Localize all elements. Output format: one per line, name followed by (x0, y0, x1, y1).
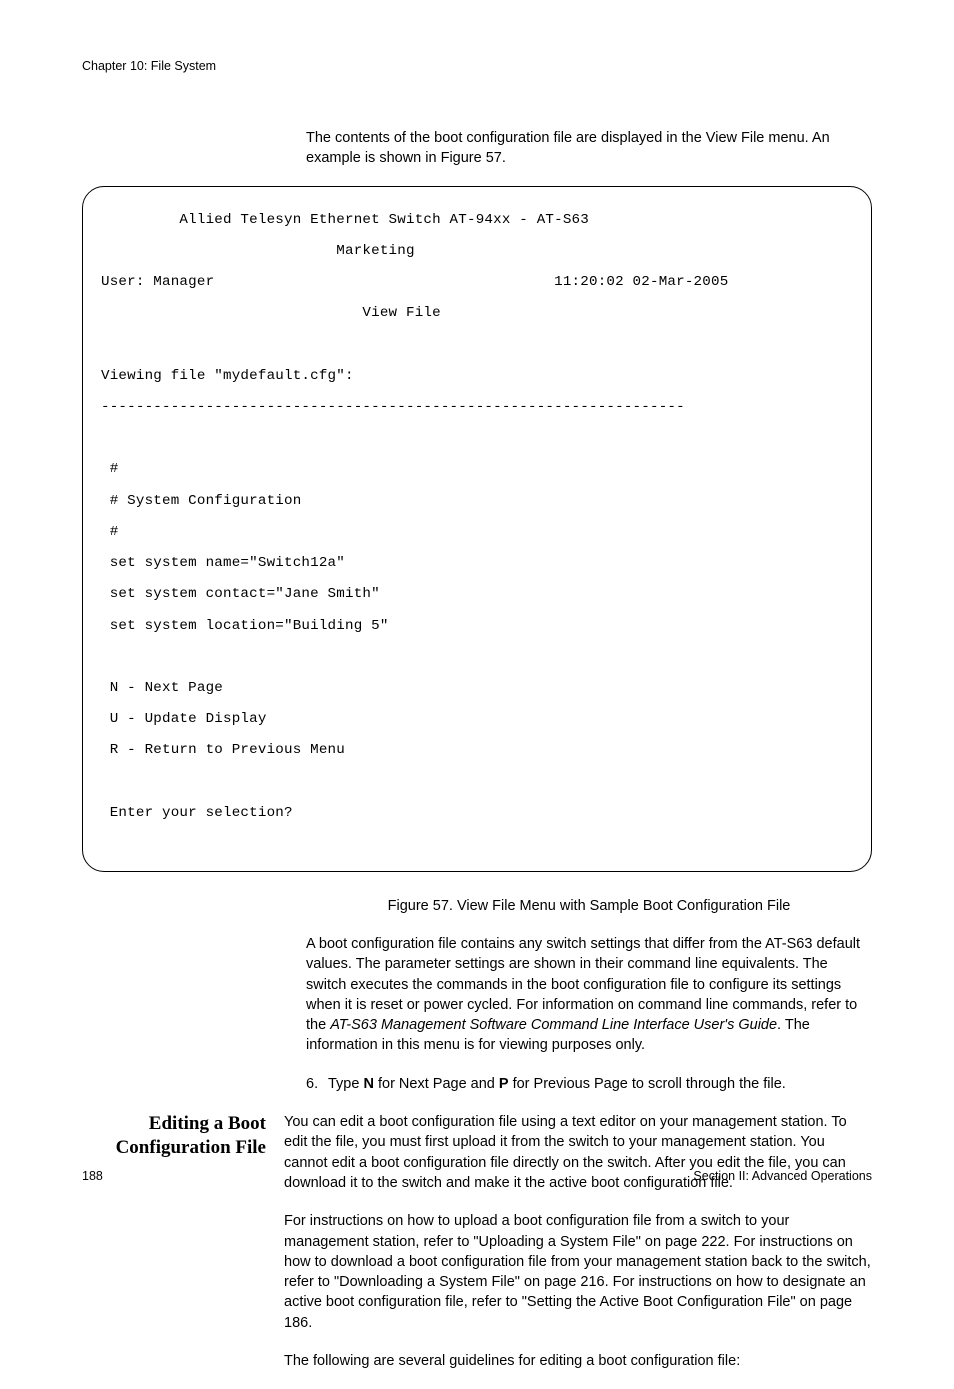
figure-caption: Figure 57. View File Menu with Sample Bo… (306, 896, 872, 916)
terminal-user: User: Manager (101, 274, 214, 290)
terminal-cfg-line: set system location="Building 5" (101, 619, 853, 635)
terminal-prompt: Enter your selection? (101, 806, 853, 822)
post-figure-paragraph: A boot configuration file contains any s… (306, 934, 872, 1056)
guide-title: AT-S63 Management Software Command Line … (330, 1017, 777, 1033)
terminal-menu-line: U - Update Display (101, 712, 853, 728)
key-n: N (363, 1076, 373, 1092)
terminal-blank (101, 775, 853, 791)
terminal-blank (101, 338, 853, 354)
terminal-datetime: 11:20:02 02-Mar-2005 (554, 274, 728, 290)
terminal-subtitle: Marketing (101, 244, 853, 260)
terminal-viewing: Viewing file "mydefault.cfg": (101, 369, 853, 385)
terminal-screen-name: View File (101, 306, 853, 322)
editing-section: Editing a Boot Configuration File You ca… (82, 1112, 872, 1389)
side-heading-text: Editing a Boot Configuration File (116, 1113, 266, 1158)
terminal-cfg-line: set system name="Switch12a" (101, 556, 853, 572)
terminal-user-line: User: Manager 11:20:02 02-Mar-2005 (101, 275, 853, 291)
terminal-cfg-line: # (101, 462, 853, 478)
step-text-part: for Next Page and (374, 1076, 499, 1092)
intro-paragraph: The contents of the boot configuration f… (306, 128, 872, 169)
terminal-blank (101, 431, 853, 447)
page-header: Chapter 10: File System (82, 58, 872, 76)
terminal-cfg-line: # System Configuration (101, 494, 853, 510)
terminal-cfg-line: # (101, 525, 853, 541)
edit-para-3: The following are several guidelines for… (284, 1351, 872, 1371)
step-text-part: Type (328, 1076, 363, 1092)
section-label: Section II: Advanced Operations (693, 1168, 872, 1186)
step-6: 6. Type N for Next Page and P for Previo… (306, 1074, 872, 1094)
key-p: P (499, 1076, 509, 1092)
terminal-menu-line: R - Return to Previous Menu (101, 743, 853, 759)
step-number: 6. (306, 1074, 328, 1094)
terminal-cfg-line: set system contact="Jane Smith" (101, 587, 853, 603)
editing-body: You can edit a boot configuration file u… (284, 1112, 872, 1389)
terminal-title: Allied Telesyn Ethernet Switch AT-94xx -… (101, 213, 853, 229)
page: Chapter 10: File System The contents of … (0, 0, 954, 1235)
post-figure-block: A boot configuration file contains any s… (306, 934, 872, 1094)
page-footer: 188 Section II: Advanced Operations (82, 1168, 872, 1186)
terminal-menu-line: N - Next Page (101, 681, 853, 697)
terminal-blank (101, 650, 853, 666)
terminal-screenshot: Allied Telesyn Ethernet Switch AT-94xx -… (82, 186, 872, 872)
step-text-part: for Previous Page to scroll through the … (509, 1076, 786, 1092)
side-heading: Editing a Boot Configuration File (82, 1112, 284, 1160)
terminal-hr: ----------------------------------------… (101, 400, 853, 416)
page-number: 188 (82, 1168, 103, 1186)
chapter-label: Chapter 10: File System (82, 59, 216, 73)
edit-para-2: For instructions on how to upload a boot… (284, 1211, 872, 1333)
step-text: Type N for Next Page and P for Previous … (328, 1074, 786, 1094)
intro-paragraph-block: The contents of the boot configuration f… (306, 128, 872, 169)
